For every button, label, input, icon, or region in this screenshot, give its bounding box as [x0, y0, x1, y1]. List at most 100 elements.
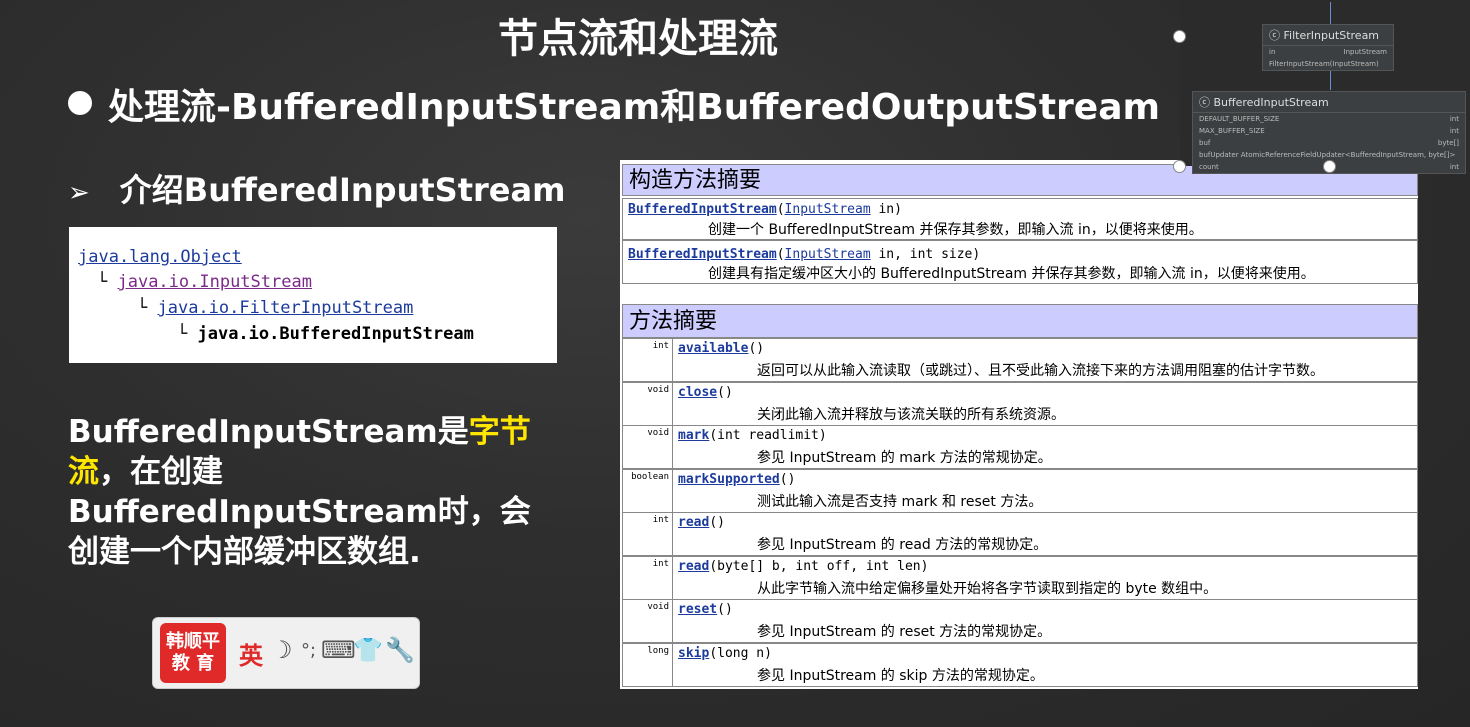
ime-language-toggle[interactable]: 英 [239, 636, 263, 671]
method-params: (byte[] b, int off, int len) [709, 559, 929, 574]
resize-handle[interactable] [1173, 160, 1186, 173]
method-params: () [779, 472, 796, 487]
method-link[interactable]: read [678, 559, 709, 574]
diagram-field: count [1199, 163, 1219, 171]
heading1-text: 处理流-BufferedInputStream和BufferedOutputSt… [108, 87, 1161, 128]
method-link[interactable]: reset [678, 602, 717, 617]
logo-line2: 教 育 [171, 653, 215, 674]
diagram-class-title: FilterInputStream [1283, 29, 1380, 42]
method-params: () [709, 515, 725, 530]
method-return-type: boolean [623, 470, 673, 512]
method-return-type: int [623, 339, 673, 381]
method-link[interactable]: close [678, 385, 717, 400]
resize-handle[interactable] [1323, 160, 1336, 173]
class-icon: ⓒ [1199, 96, 1214, 109]
method-desc: 返回可以从此输入流读取（或跳过）、且不受此输入流接下来的方法调用阻塞的估计字节数… [757, 363, 1324, 379]
method-row: void close() 关闭此输入流并释放与该流关联的所有系统资源。 [622, 382, 1418, 426]
method-link[interactable]: skip [678, 646, 709, 661]
param-type-link[interactable]: InputStream [785, 247, 871, 262]
method-params: (long n) [709, 646, 772, 661]
filterinputstream-box[interactable]: ⓒ FilterInputStream in InputStream Filter… [1262, 24, 1394, 71]
tree-branch-icon: └ [97, 272, 118, 292]
constructor-row: BufferedInputStream(InputStream in) 创建一个… [622, 198, 1418, 240]
logo-line1: 韩顺平 [166, 631, 220, 652]
constructor-params: in) [870, 202, 902, 217]
diagram-field: buf [1199, 139, 1211, 147]
method-return-type: int [623, 513, 673, 555]
class-icon: ⓒ [1269, 29, 1284, 42]
ime-toolbar: 韩顺平教 育 英 ☽ °; ⌨ 👕 🔧 [152, 617, 420, 689]
diagram-field-type: InputStream [1343, 48, 1387, 56]
method-row: int read(byte[] b, int off, int len) 从此字… [622, 556, 1418, 600]
method-link[interactable]: read [678, 515, 709, 530]
diagram-arrow [1330, 2, 1331, 24]
constructor-desc: 创建一个 BufferedInputStream 并保存其参数，即输入流 in，… [708, 222, 1203, 238]
tree-branch-icon: └ [137, 298, 158, 318]
diagram-field-type: int [1449, 127, 1459, 135]
method-desc: 关闭此输入流并释放与该流关联的所有系统资源。 [757, 407, 1065, 423]
method-desc: 参见 InputStream 的 reset 方法的常规协定。 [757, 624, 1052, 640]
keyboard-icon[interactable]: ⌨ [321, 636, 356, 664]
class-hierarchy: java.lang.Object └ java.io.InputStream └… [69, 227, 557, 363]
method-return-type: void [623, 383, 673, 425]
method-row: int available() 返回可以从此输入流读取（或跳过）、且不受此输入流… [622, 338, 1418, 382]
method-return-type: void [623, 426, 673, 468]
diagram-field: in [1269, 48, 1276, 56]
heading-intro: ➢ 介绍BufferedInputStream [68, 165, 565, 211]
hierarchy-link-object[interactable]: java.lang.Object [78, 247, 242, 267]
method-params: (int readlimit) [709, 428, 827, 443]
constructor-link[interactable]: BufferedInputStream [628, 202, 777, 217]
constructor-desc: 创建具有指定缓冲区大小的 BufferedInputStream 并保存其参数，… [708, 266, 1315, 282]
constructor-params: in, int size) [870, 247, 981, 262]
method-desc: 从此字节输入流中给定偏移量处开始将各字节读取到指定的 byte 数组中。 [757, 581, 1218, 597]
diagram-field-type: int [1449, 163, 1459, 171]
method-row: void reset() 参见 InputStream 的 reset 方法的常… [622, 599, 1418, 643]
heading-processing-stream: 处理流-BufferedInputStream和BufferedOutputSt… [68, 78, 1160, 130]
brand-logo: 韩顺平教 育 [160, 623, 226, 683]
method-return-type: void [623, 600, 673, 642]
method-row: int read() 参见 InputStream 的 read 方法的常规协定… [622, 512, 1418, 556]
method-return-type: int [623, 557, 673, 599]
method-desc: 参见 InputStream 的 read 方法的常规协定。 [757, 537, 1048, 553]
param-type-link[interactable]: InputStream [785, 202, 871, 217]
diagram-field: DEFAULT_BUFFER_SIZE [1199, 115, 1280, 123]
page-title: 节点流和处理流 [498, 16, 778, 62]
method-desc: 测试此输入流是否支持 mark 和 reset 方法。 [757, 494, 1043, 510]
tree-branch-icon: └ [177, 324, 198, 344]
wrench-icon[interactable]: 🔧 [385, 636, 415, 664]
diagram-arrow [1330, 70, 1331, 90]
diagram-field-type: int [1449, 115, 1459, 123]
hierarchy-current-class: java.io.BufferedInputStream [197, 324, 474, 344]
method-return-type: long [623, 644, 673, 686]
hierarchy-link-inputstream[interactable]: java.io.InputStream [117, 272, 311, 292]
method-link[interactable]: available [678, 341, 748, 356]
method-link[interactable]: mark [678, 428, 709, 443]
diagram-field: FilterInputStream(InputStream) [1269, 60, 1379, 68]
method-row: void mark(int readlimit) 参见 InputStream … [622, 425, 1418, 469]
javadoc-panel: 构造方法摘要 BufferedInputStream(InputStream i… [620, 160, 1418, 689]
diagram-field: MAX_BUFFER_SIZE [1199, 127, 1265, 135]
method-row: boolean markSupported() 测试此输入流是否支持 mark … [622, 469, 1418, 513]
method-params: () [717, 385, 733, 400]
shirt-icon[interactable]: 👕 [353, 636, 383, 664]
description: BufferedInputStream是字节流，在创建 BufferedInpu… [68, 412, 558, 572]
method-summary-header: 方法摘要 [622, 304, 1418, 338]
arrow-bullet-icon: ➢ [68, 178, 90, 208]
bullet-icon [68, 91, 92, 115]
constructor-link[interactable]: BufferedInputStream [628, 247, 777, 262]
punctuation-toggle[interactable]: °; [301, 640, 316, 661]
method-desc: 参见 InputStream 的 mark 方法的常规协定。 [757, 450, 1052, 466]
heading2-text: 介绍BufferedInputStream [119, 171, 566, 209]
method-desc: 参见 InputStream 的 skip 方法的常规协定。 [757, 668, 1044, 684]
method-link[interactable]: markSupported [678, 472, 780, 487]
method-row: long skip(long n) 参见 InputStream 的 skip … [622, 643, 1418, 687]
moon-icon[interactable]: ☽ [271, 636, 293, 664]
method-params: () [748, 341, 765, 356]
description-part1: BufferedInputStream是 [68, 414, 469, 450]
resize-handle[interactable] [1173, 30, 1186, 43]
class-diagram-snippet[interactable]: ⓒ FilterInputStream in InputStream Filter… [1180, 0, 1470, 174]
diagram-class-title: BufferedInputStream [1213, 96, 1329, 109]
hierarchy-link-filterinputstream[interactable]: java.io.FilterInputStream [157, 298, 413, 318]
constructor-row: BufferedInputStream(InputStream in, int … [622, 240, 1418, 284]
method-params: () [717, 602, 733, 617]
